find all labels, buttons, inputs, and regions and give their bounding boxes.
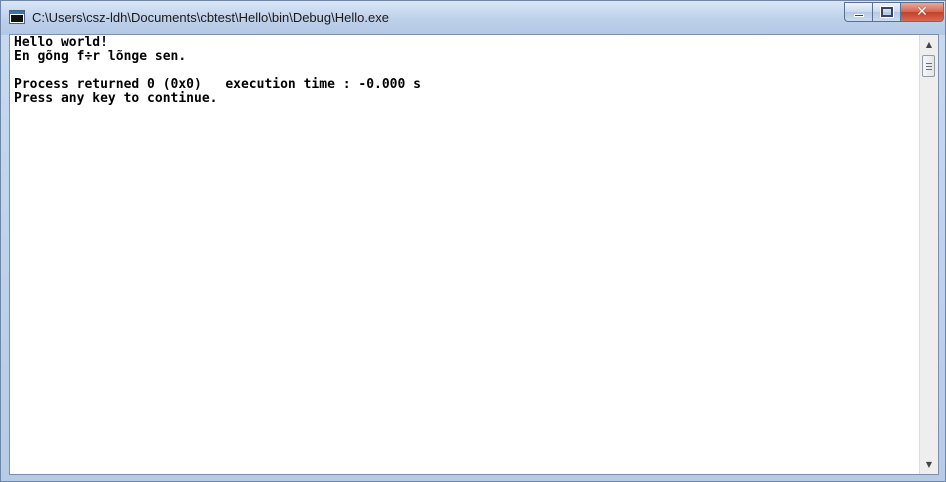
close-button[interactable]: ✕ [900,2,944,22]
close-icon: ✕ [916,4,928,20]
console-window: C:\Users\csz-ldh\Documents\cbtest\Hello\… [0,0,946,482]
console-line-5: Press any key to continue. [14,91,218,106]
scroll-up-icon[interactable]: ▲ [920,36,938,53]
minimize-icon [854,14,864,17]
icon-screen [11,15,23,22]
console-app-icon[interactable] [9,10,25,24]
console-client-area: Hello world! En gõng f÷r lõnge sen. Proc… [9,34,939,475]
maximize-icon [880,6,894,18]
maximize-button[interactable] [872,2,900,22]
minimize-button[interactable] [844,2,872,22]
console-line-4: Process returned 0 (0x0) execution time … [14,77,421,92]
caption-buttons: ✕ [844,2,944,24]
scroll-thumb[interactable] [922,55,935,77]
title-bar[interactable]: C:\Users\csz-ldh\Documents\cbtest\Hello\… [1,1,945,35]
scroll-thumb-grip-icon [926,63,932,64]
console-line-2: En gõng f÷r lõnge sen. [14,49,187,64]
vertical-scrollbar[interactable]: ▲ ▼ [919,35,938,474]
console-line-1: Hello world! [14,35,108,50]
icon-title-strip [10,11,24,14]
scroll-thumb-grip-icon [926,66,932,67]
console-output[interactable]: Hello world! En gõng f÷r lõnge sen. Proc… [10,35,919,474]
scroll-thumb-grip-icon [926,69,932,70]
window-title: C:\Users\csz-ldh\Documents\cbtest\Hello\… [32,10,389,25]
scroll-down-icon[interactable]: ▼ [920,456,938,473]
